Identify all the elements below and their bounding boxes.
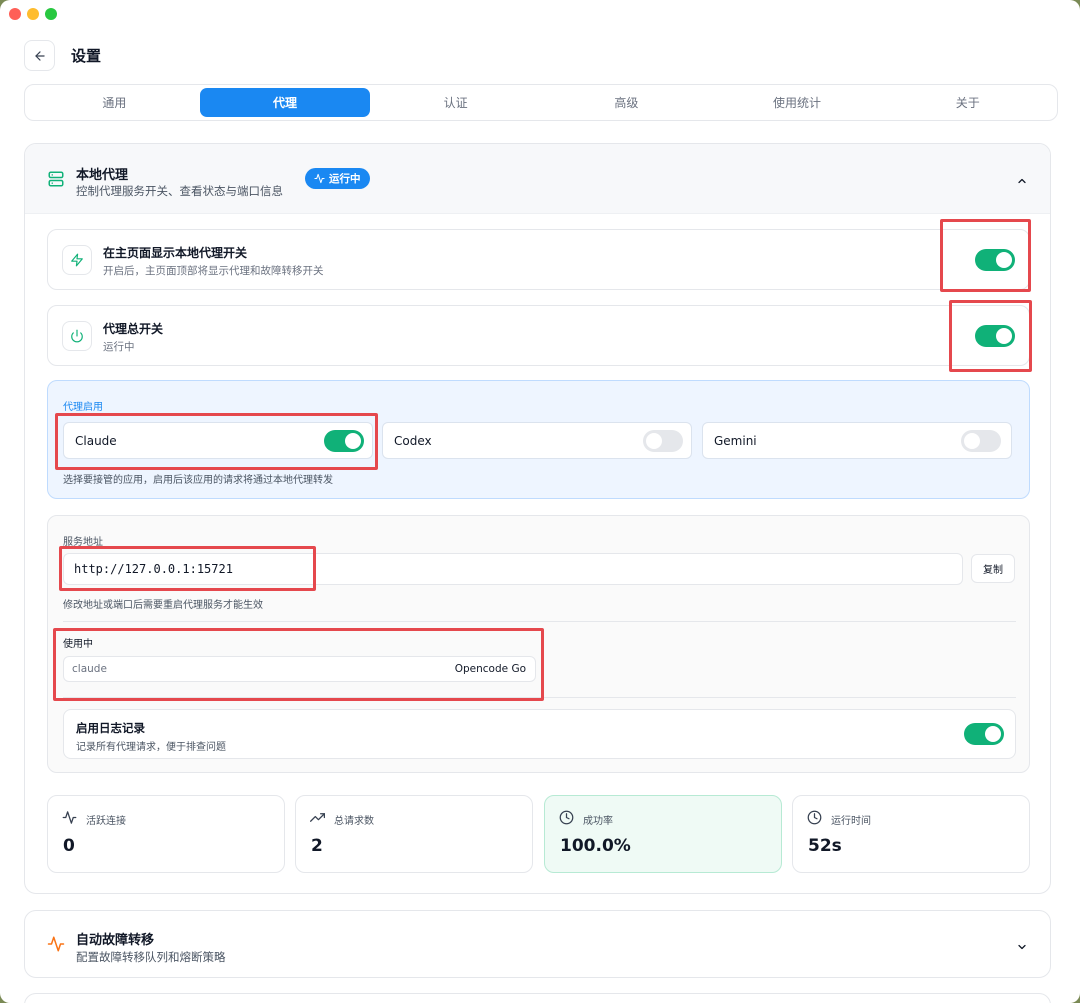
in-use-app: claude (72, 663, 107, 675)
failover-subtitle: 配置故障转移队列和熔断策略 (76, 950, 226, 964)
proxy-master-switch-title: 代理总开关 (103, 322, 164, 336)
app-codex-name: Codex (394, 434, 432, 448)
proxy-master-switch-subtitle: 运行中 (103, 341, 135, 353)
show-proxy-toggle-subtitle: 开启后，主页面顶部将显示代理和故障转移开关 (103, 265, 324, 277)
page-title: 设置 (71, 47, 102, 65)
activity-icon (47, 935, 65, 957)
proxy-master-switch[interactable] (975, 325, 1015, 347)
arrow-left-icon (34, 50, 45, 61)
proxy-apps-label: 代理启用 (63, 402, 103, 413)
show-proxy-toggle-title: 在主页面显示本地代理开关 (103, 246, 248, 260)
app-codex-toggle[interactable] (643, 430, 683, 452)
service-address-input[interactable]: http://127.0.0.1:15721 (63, 553, 963, 585)
zoom-window-button[interactable] (45, 8, 57, 20)
tab-auth[interactable]: 认证 (370, 88, 541, 117)
log-toggle-row: 启用日志记录 记录所有代理请求，便于排查问题 (63, 709, 1016, 759)
app-gemini: Gemini (702, 422, 1012, 459)
clock-icon (807, 810, 822, 829)
divider (63, 697, 1016, 698)
stat-label: 运行时间 (831, 816, 871, 827)
app-claude-toggle[interactable] (324, 430, 364, 452)
back-button[interactable] (24, 40, 55, 71)
zap-icon (62, 245, 92, 275)
in-use-provider: Opencode Go (454, 663, 526, 675)
service-panel: 服务地址 http://127.0.0.1:15721 复制 修改地址或端口后需… (47, 515, 1030, 773)
chevron-down-icon[interactable] (1016, 938, 1028, 957)
server-icon (47, 170, 65, 192)
stat-value: 2 (311, 836, 323, 856)
stat-label: 活跃连接 (86, 816, 126, 827)
stat-total-requests: 总请求数 2 (295, 795, 533, 873)
settings-window: 设置 通用 代理 认证 高级 使用统计 关于 本地代理 控制代理服务开关、查看状… (0, 0, 1080, 1003)
failover-card[interactable]: 自动故障转移 配置故障转移队列和熔断策略 (24, 910, 1051, 978)
stat-label: 总请求数 (334, 816, 374, 827)
copy-button[interactable]: 复制 (971, 554, 1015, 583)
stat-value: 52s (808, 836, 842, 856)
stat-uptime: 运行时间 52s (792, 795, 1030, 873)
activity-icon (314, 173, 325, 184)
page-header: 设置 (24, 40, 101, 71)
divider (63, 621, 1016, 622)
tab-usage-stats[interactable]: 使用统计 (712, 88, 883, 117)
settings-tabs: 通用 代理 认证 高级 使用统计 关于 (24, 84, 1058, 121)
window-controls (9, 8, 57, 20)
failover-title: 自动故障转移 (76, 933, 155, 948)
status-badge-label: 运行中 (329, 173, 361, 185)
tab-about[interactable]: 关于 (882, 88, 1053, 117)
stat-value: 0 (63, 836, 75, 856)
status-badge: 运行中 (305, 168, 370, 189)
stat-label: 成功率 (583, 816, 613, 827)
stat-success-rate: 成功率 100.0% (544, 795, 782, 873)
clock-icon (559, 810, 574, 829)
tab-general[interactable]: 通用 (29, 88, 200, 117)
app-claude: Claude (63, 422, 373, 459)
in-use-row: claude Opencode Go (63, 656, 536, 682)
log-toggle-switch[interactable] (964, 723, 1004, 745)
activity-icon (62, 810, 77, 829)
proxy-master-switch-row: 代理总开关 运行中 (47, 305, 1030, 366)
service-address-label: 服务地址 (63, 537, 103, 548)
log-toggle-subtitle: 记录所有代理请求，便于排查问题 (76, 742, 226, 753)
proxy-apps-hint: 选择要接管的应用，启用后该应用的请求将通过本地代理转发 (63, 475, 333, 486)
tab-advanced[interactable]: 高级 (541, 88, 712, 117)
local-proxy-title: 本地代理 (76, 168, 129, 183)
local-proxy-subtitle: 控制代理服务开关、查看状态与端口信息 (76, 184, 283, 198)
show-proxy-toggle-row: 在主页面显示本地代理开关 开启后，主页面顶部将显示代理和故障转移开关 (47, 229, 1030, 290)
app-gemini-toggle[interactable] (961, 430, 1001, 452)
in-use-label: 使用中 (63, 639, 93, 650)
log-toggle-title: 启用日志记录 (76, 721, 145, 735)
stat-value: 100.0% (560, 836, 631, 856)
app-codex: Codex (382, 422, 692, 459)
app-claude-name: Claude (75, 434, 117, 448)
show-proxy-toggle-switch[interactable] (975, 249, 1015, 271)
chevron-up-icon[interactable] (1016, 172, 1028, 191)
service-address-hint: 修改地址或端口后需要重启代理服务才能生效 (63, 600, 263, 611)
close-window-button[interactable] (9, 8, 21, 20)
trending-up-icon (310, 810, 325, 829)
local-proxy-header[interactable]: 本地代理 控制代理服务开关、查看状态与端口信息 运行中 (25, 144, 1050, 214)
stat-active-connections: 活跃连接 0 (47, 795, 285, 873)
next-section-card (24, 993, 1051, 1003)
minimize-window-button[interactable] (27, 8, 39, 20)
tab-proxy[interactable]: 代理 (199, 88, 371, 117)
proxy-apps-panel: 代理启用 Claude Codex Gemini 选择要接管的应用，启用后该应用… (47, 380, 1030, 499)
local-proxy-card: 本地代理 控制代理服务开关、查看状态与端口信息 运行中 在主页面显示本地代理开关… (24, 143, 1051, 894)
power-icon (62, 321, 92, 351)
app-gemini-name: Gemini (714, 434, 757, 448)
